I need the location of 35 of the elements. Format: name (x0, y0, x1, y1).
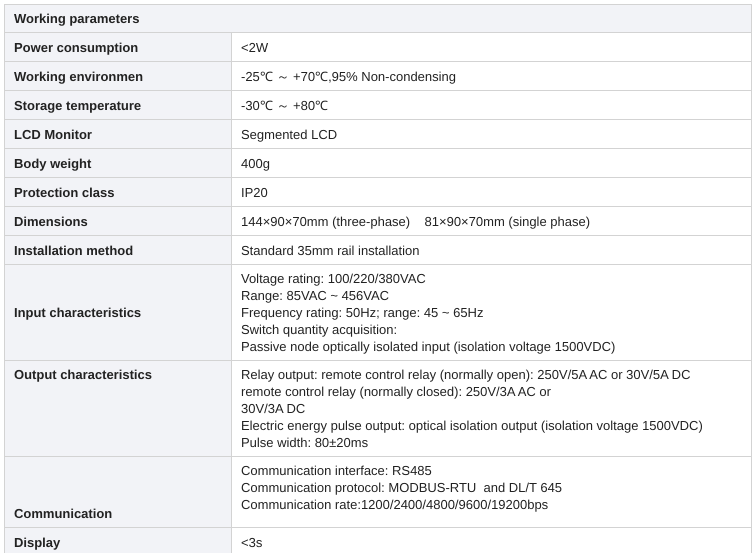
parameter-name: Protection class (4, 178, 232, 206)
parameter-value: Standard 35mm rail installation (241, 242, 420, 258)
parameter-name: Output characteristics (4, 360, 232, 456)
parameter-name: Display (4, 528, 232, 553)
parameter-value: IP20 (241, 184, 269, 200)
parameter-value: Pulse width: 80±20ms (241, 434, 370, 451)
parameter-value: Communication protocol: MODBUS-RTU and DL/T 645 (241, 479, 564, 496)
table-title: Working parameters (4, 4, 752, 32)
parameter-name: Dimensions (4, 206, 232, 236)
parameter-value: Communication interface: RS485 (241, 462, 433, 479)
parameter-name: Power consumption (4, 32, 232, 62)
parameter-value: 400g (241, 154, 271, 172)
parameter-name: Working environmen (4, 62, 232, 90)
parameter-value: Voltage rating: 100/220/380VAC (241, 270, 427, 287)
parameter-value: -30℃ ～ +80℃ (241, 96, 330, 114)
parameter-name: Body weight (4, 148, 232, 178)
parameter-value: Frequency rating: 50Hz; range: 45 ~ 65Hz (241, 304, 484, 321)
parameter-name: Installation method (4, 236, 232, 264)
parameter-value: 30V/3A DC (241, 400, 306, 417)
parameter-value: Segmented LCD (241, 126, 338, 142)
parameter-value: <2W (241, 38, 270, 56)
parameter-value: Communication rate:1200/2400/4800/9600/19200bps (241, 496, 550, 513)
parameter-value: <3s (241, 534, 264, 550)
parameter-value: Passive node optically isolated input (isolation voltage 1500VDC) (241, 338, 616, 355)
parameter-name: Input characteristics (4, 264, 232, 360)
parameter-name: Communication (4, 456, 232, 528)
parameter-value: -25℃ ～ +70℃,95% Non-condensing (241, 68, 457, 84)
parameter-value: remote control relay (normally closed): 250V/3A AC or (241, 383, 552, 400)
parameter-value: Electric energy pulse output: optical isolation output (isolation voltage 1500VDC) (241, 417, 704, 434)
parameter-name: LCD Monitor (4, 120, 232, 148)
parameter-value: Range: 85VAC ~ 456VAC (241, 287, 390, 304)
parameter-value: Relay output: remote control relay (normally open): 250V/5A AC or 30V/5A DC (241, 366, 692, 383)
parameter-value: Switch quantity acquisition: (241, 321, 398, 338)
parameter-name: Storage temperature (4, 90, 232, 120)
parameter-value: 144×90×70mm (three-phase) 81×90×70mm (single phase) (241, 212, 592, 230)
